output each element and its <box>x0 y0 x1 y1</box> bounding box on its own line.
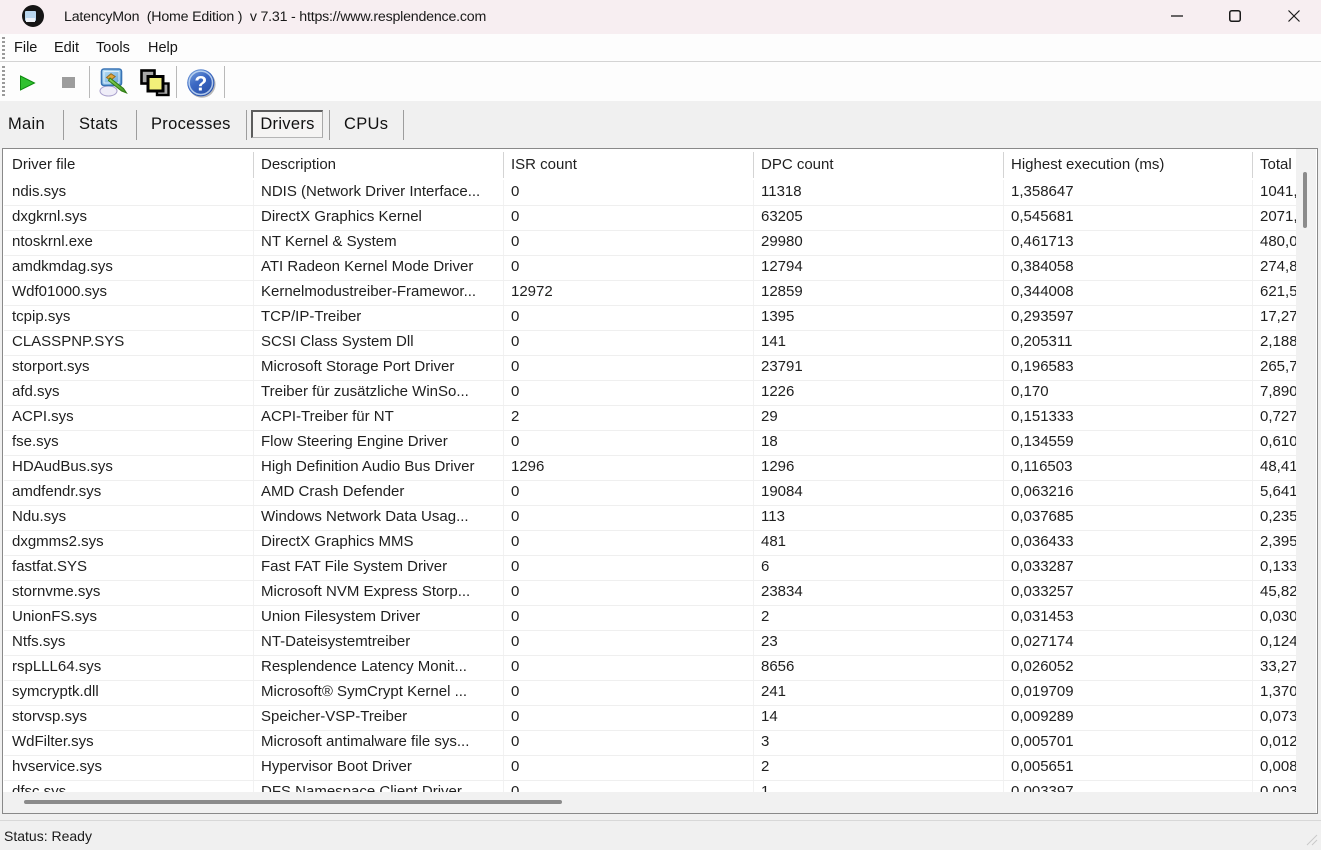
svg-text:?: ? <box>194 73 207 96</box>
